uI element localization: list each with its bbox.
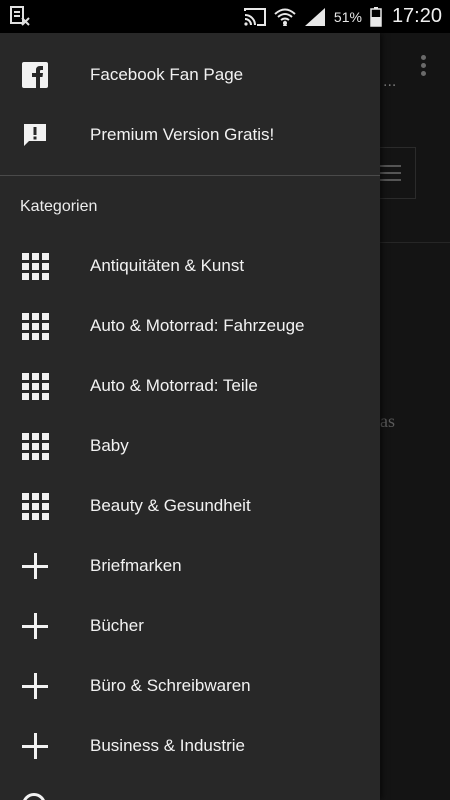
category-label: Business & Industrie [90, 736, 245, 755]
grid-icon [21, 432, 49, 460]
category-item[interactable]: Baby [0, 416, 380, 476]
notification-app-icon [10, 6, 30, 26]
category-item[interactable]: Auto & Motorrad: Fahrzeuge [0, 296, 380, 356]
category-label: Baby [90, 436, 129, 455]
category-item[interactable]: Auto & Motorrad: Teile [0, 356, 380, 416]
plus-icon [21, 552, 49, 580]
clock: 17:20 [391, 5, 442, 27]
category-label: Bücher [90, 616, 144, 635]
category-label: Briefmarken [90, 556, 182, 575]
grid-icon [21, 252, 49, 280]
category-label: Auto & Motorrad: Teile [90, 376, 258, 395]
plus-icon [21, 612, 49, 640]
status-bar: 51% 17:20 [0, 0, 450, 33]
signal-icon [304, 7, 325, 26]
category-label: Beauty & Gesundheit [90, 496, 251, 515]
grid-icon [21, 312, 49, 340]
grid-icon [21, 492, 49, 520]
navigation-drawer: Facebook Fan Page Premium Version Gratis… [0, 33, 380, 800]
drawer-item-premium[interactable]: Premium Version Gratis! [0, 105, 380, 165]
category-item[interactable]: Briefmarken [0, 536, 380, 596]
partial-next-item-icon [22, 793, 46, 800]
grid-icon [21, 372, 49, 400]
drawer-item-label: Premium Version Gratis! [90, 125, 275, 144]
category-item[interactable]: Büro & Schreibwaren [0, 656, 380, 716]
cast-icon [243, 7, 266, 26]
background-divider [380, 242, 450, 243]
battery-percent: 51% [333, 8, 362, 25]
feedback-icon [21, 121, 49, 149]
status-icons: 51% 17:20 [243, 0, 442, 33]
wifi-icon [274, 8, 296, 26]
category-label: Antiquitäten & Kunst [90, 256, 245, 275]
drawer-item-facebook[interactable]: Facebook Fan Page [0, 45, 380, 105]
drawer-divider [0, 175, 380, 176]
plus-icon [21, 672, 49, 700]
overflow-menu-icon[interactable] [421, 55, 427, 79]
drawer-item-label: Facebook Fan Page [90, 65, 244, 84]
facebook-icon [21, 61, 49, 89]
section-title-kategorien: Kategorien [20, 198, 98, 215]
category-item[interactable]: Antiquitäten & Kunst [0, 236, 380, 296]
category-item[interactable]: Business & Industrie [0, 716, 380, 776]
plus-icon [21, 732, 49, 760]
category-item[interactable]: Bücher [0, 596, 380, 656]
background-text-fragment: as [380, 411, 395, 431]
background-truncated-title: ... [383, 73, 397, 90]
category-label: Auto & Motorrad: Fahrzeuge [90, 316, 305, 335]
screen: 51% 17:20 ... as Facebook Fan Page Premi… [0, 0, 450, 800]
battery-icon [370, 6, 382, 27]
category-item[interactable]: Beauty & Gesundheit [0, 476, 380, 536]
category-label: Büro & Schreibwaren [90, 676, 251, 695]
